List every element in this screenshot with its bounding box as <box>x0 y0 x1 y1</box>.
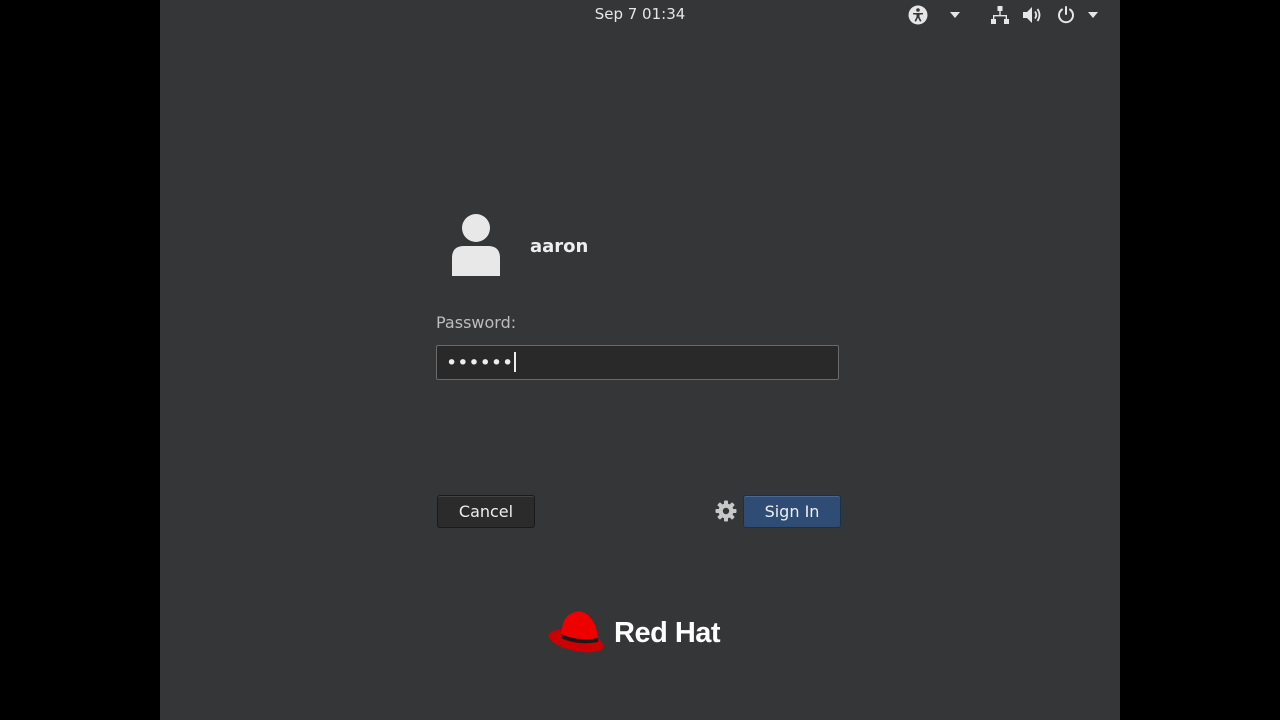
gear-icon[interactable] <box>715 500 737 522</box>
power-icon <box>1056 5 1076 25</box>
clock[interactable]: Sep 7 01:34 <box>160 5 1120 23</box>
red-hat-logo: Red Hat <box>548 607 721 659</box>
accessibility-menu[interactable] <box>908 5 960 25</box>
top-bar: Sep 7 01:34 <box>160 0 1120 30</box>
sign-in-button[interactable]: Sign In <box>743 495 841 528</box>
password-field[interactable]: •••••• <box>436 345 839 380</box>
system-status-menu[interactable] <box>990 5 1098 25</box>
volume-icon <box>1022 5 1044 25</box>
login-screen: Sep 7 01:34 aaron Password: •••••• Cance… <box>160 0 1120 720</box>
red-hat-icon <box>548 607 610 659</box>
brand-name: Red Hat <box>614 616 721 649</box>
chevron-down-icon <box>1088 12 1098 18</box>
network-icon <box>990 5 1010 25</box>
password-label: Password: <box>436 313 517 332</box>
chevron-down-icon <box>950 12 960 18</box>
password-value: •••••• <box>446 350 517 376</box>
accessibility-icon <box>908 5 928 25</box>
text-caret <box>514 352 517 372</box>
username-label: aaron <box>530 235 589 257</box>
avatar <box>448 212 504 280</box>
cancel-button[interactable]: Cancel <box>437 495 535 528</box>
user-entry: aaron <box>448 212 588 280</box>
